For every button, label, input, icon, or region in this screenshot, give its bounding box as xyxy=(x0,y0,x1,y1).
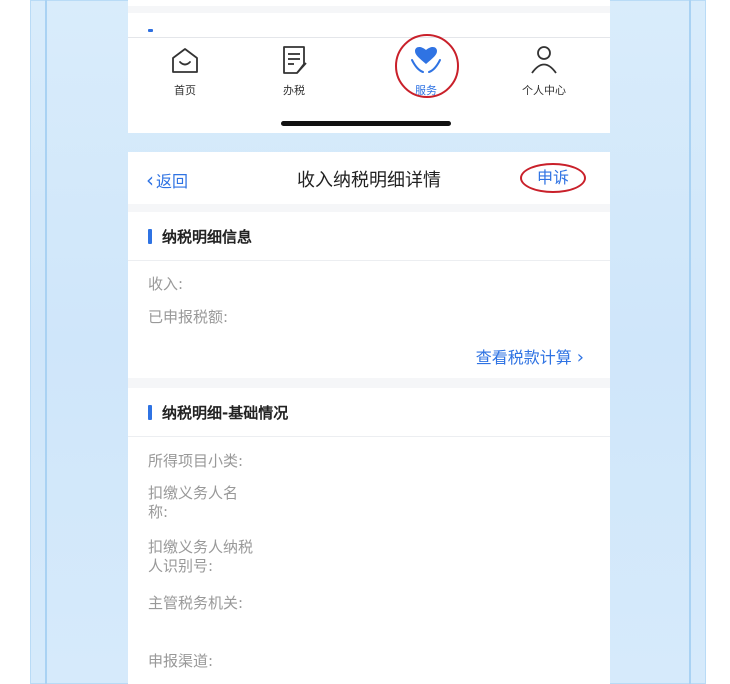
field-label-line: 主管税务机关: xyxy=(148,594,244,612)
bottom-tab-bar: 首页 办税 服务 个人中心 xyxy=(128,34,610,133)
view-tax-calc-link[interactable]: 查看税款计算 › xyxy=(476,344,584,368)
income-label: 收入: xyxy=(148,275,184,293)
field-label-line: 称: xyxy=(148,503,169,521)
withholding-agent-taxid-label: 扣缴义务人纳税 人识别号: xyxy=(148,538,253,576)
home-indicator xyxy=(281,121,451,126)
field-label-line: 人识别号: xyxy=(148,557,214,575)
field-label-line: 所得项目小类: xyxy=(148,452,244,470)
appeal-button[interactable]: 申诉 xyxy=(520,163,586,193)
withholding-agent-name-label: 扣缴义务人名 称: xyxy=(148,484,238,522)
section-marker xyxy=(148,29,153,32)
section-marker xyxy=(148,405,152,420)
tabbar-screenshot: 首页 办税 服务 个人中心 xyxy=(128,0,610,133)
basic-info-card: 纳税明细-基础情况 所得项目小类: 扣缴义务人名 称: 扣缴义务人纳税 人识别号… xyxy=(128,388,610,684)
tax-document-icon xyxy=(283,46,307,74)
tax-authority-label: 主管税务机关: xyxy=(148,594,243,613)
declaration-channel-label: 申报渠道: xyxy=(148,652,213,671)
tab-home-label: 首页 xyxy=(174,84,196,97)
section-title: 纳税明细信息 xyxy=(162,228,253,246)
tab-me-label: 个人中心 xyxy=(522,84,566,97)
content-strip xyxy=(128,13,610,37)
section-marker xyxy=(148,229,152,244)
red-circle-annotation xyxy=(395,34,459,98)
background-edge-right xyxy=(689,0,691,684)
income-subcategory-label: 所得项目小类: xyxy=(148,452,243,471)
section-header: 纳税明细-基础情况 xyxy=(128,388,610,437)
tab-home[interactable]: 首页 xyxy=(145,44,225,100)
declared-tax-label: 已申报税额: xyxy=(148,308,229,326)
person-icon xyxy=(531,46,557,74)
field-label-line: 申报渠道: xyxy=(148,652,214,670)
nav-bar: ‹ 返回 收入纳税明细详情 申诉 xyxy=(128,152,610,204)
content-strip xyxy=(128,0,610,6)
field-label-line: 扣缴义务人纳税 xyxy=(148,538,254,556)
tab-tax-label: 办税 xyxy=(283,84,305,97)
tab-me[interactable]: 个人中心 xyxy=(504,44,584,100)
detail-screenshot: ‹ 返回 收入纳税明细详情 申诉 纳税明细信息 收入: 已申报税额: 查看税款计… xyxy=(128,152,610,684)
section-title: 纳税明细-基础情况 xyxy=(162,404,289,422)
section-header: 纳税明细信息 xyxy=(128,212,610,261)
field-label-line: 扣缴义务人名 xyxy=(148,484,239,502)
view-tax-calc-label: 查看税款计算 xyxy=(475,348,572,367)
tab-tax[interactable]: 办税 xyxy=(254,44,334,100)
home-icon xyxy=(172,48,198,73)
tax-detail-card: 纳税明细信息 收入: 已申报税额: 查看税款计算 › xyxy=(128,212,610,378)
chevron-right-icon: › xyxy=(576,347,584,368)
background-edge-left xyxy=(45,0,47,684)
